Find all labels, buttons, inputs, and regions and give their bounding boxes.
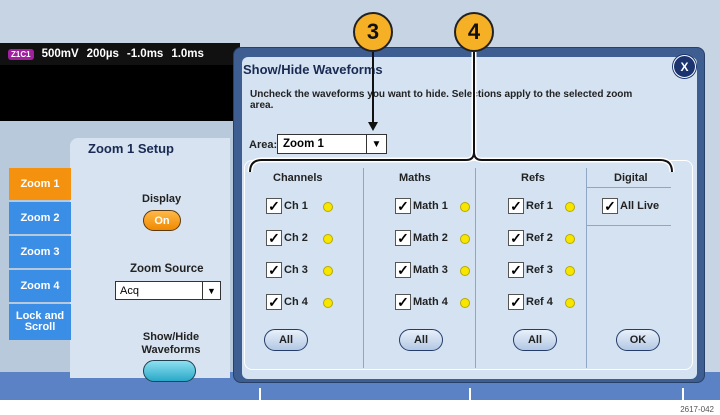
ch1-checkbox[interactable]: ✓ bbox=[266, 198, 282, 214]
time-per-div-readout: 200µs bbox=[86, 48, 119, 60]
digital-all-live-label: All Live bbox=[620, 200, 660, 212]
dialog-title: Show/Hide Waveforms bbox=[243, 62, 383, 77]
ref2-indicator-icon bbox=[565, 234, 575, 244]
figure-code: 2617-042 bbox=[680, 405, 714, 414]
math3-checkbox[interactable]: ✓ bbox=[395, 262, 411, 278]
ch3-label: Ch 3 bbox=[284, 264, 308, 276]
math4-checkbox[interactable]: ✓ bbox=[395, 294, 411, 310]
ref2-label: Ref 2 bbox=[526, 232, 553, 244]
zoom-channel-badge: Z1C1 bbox=[8, 48, 34, 60]
zoom-source-select[interactable]: Acq ▼ bbox=[115, 281, 221, 300]
zoom-source-label: Zoom Source bbox=[130, 263, 204, 275]
ref1-checkbox[interactable]: ✓ bbox=[508, 198, 524, 214]
ref3-label: Ref 3 bbox=[526, 264, 553, 276]
math3-indicator-icon bbox=[460, 266, 470, 276]
refs-all-button[interactable]: All bbox=[513, 329, 557, 351]
ref3-checkbox[interactable]: ✓ bbox=[508, 262, 524, 278]
ch4-indicator-icon bbox=[323, 298, 333, 308]
ch4-label: Ch 4 bbox=[284, 296, 308, 308]
close-button[interactable]: X bbox=[673, 55, 696, 78]
ch1-indicator-icon bbox=[323, 202, 333, 212]
ch3-indicator-icon bbox=[323, 266, 333, 276]
group-divider bbox=[475, 168, 476, 368]
tab-zoom-2[interactable]: Zoom 2 bbox=[9, 202, 71, 234]
maths-all-button[interactable]: All bbox=[399, 329, 443, 351]
ch3-checkbox[interactable]: ✓ bbox=[266, 262, 282, 278]
zoom-setup-title: Zoom 1 Setup bbox=[88, 141, 174, 156]
display-on-button[interactable]: On bbox=[143, 210, 181, 231]
area-value: Zoom 1 bbox=[283, 138, 324, 150]
math1-indicator-icon bbox=[460, 202, 470, 212]
group-divider bbox=[586, 168, 587, 368]
ch1-label: Ch 1 bbox=[284, 200, 308, 212]
math4-label: Math 4 bbox=[413, 296, 448, 308]
ch2-indicator-icon bbox=[323, 234, 333, 244]
volts-per-div-readout: 500mV bbox=[41, 48, 79, 60]
zoom-tab-list: Zoom 1 Zoom 2 Zoom 3 Zoom 4 Lock and Scr… bbox=[9, 168, 71, 342]
area-select[interactable]: Zoom 1 ▼ bbox=[277, 134, 387, 154]
tab-zoom-1[interactable]: Zoom 1 bbox=[9, 168, 71, 200]
math1-checkbox[interactable]: ✓ bbox=[395, 198, 411, 214]
channels-all-button[interactable]: All bbox=[264, 329, 308, 351]
dropdown-arrow-icon[interactable]: ▼ bbox=[366, 135, 386, 153]
ch2-label: Ch 2 bbox=[284, 232, 308, 244]
ref4-indicator-icon bbox=[565, 298, 575, 308]
digital-separator bbox=[587, 225, 671, 226]
channels-heading: Channels bbox=[273, 172, 323, 184]
bottom-divider bbox=[682, 388, 684, 400]
dropdown-arrow-icon[interactable]: ▼ bbox=[202, 282, 220, 299]
refs-heading: Refs bbox=[521, 172, 545, 184]
math2-indicator-icon bbox=[460, 234, 470, 244]
show-hide-label: Show/Hide Waveforms bbox=[141, 331, 201, 356]
area-label: Area: bbox=[249, 139, 278, 151]
bottom-divider bbox=[469, 388, 471, 400]
ref3-indicator-icon bbox=[565, 266, 575, 276]
waveform-graticule bbox=[0, 65, 240, 121]
tab-zoom-4[interactable]: Zoom 4 bbox=[9, 270, 71, 302]
show-hide-waveforms-button[interactable] bbox=[143, 360, 196, 382]
ref4-label: Ref 4 bbox=[526, 296, 553, 308]
group-divider bbox=[363, 168, 364, 368]
math2-label: Math 2 bbox=[413, 232, 448, 244]
math1-label: Math 1 bbox=[413, 200, 448, 212]
math2-checkbox[interactable]: ✓ bbox=[395, 230, 411, 246]
math4-indicator-icon bbox=[460, 298, 470, 308]
ref1-label: Ref 1 bbox=[526, 200, 553, 212]
tab-lock-and-scroll[interactable]: Lock and Scroll bbox=[9, 304, 71, 340]
callout-3: 3 bbox=[353, 12, 393, 52]
ch2-checkbox[interactable]: ✓ bbox=[266, 230, 282, 246]
ref4-checkbox[interactable]: ✓ bbox=[508, 294, 524, 310]
digital-heading: Digital bbox=[614, 172, 648, 184]
digital-ok-button[interactable]: OK bbox=[616, 329, 660, 351]
maths-heading: Maths bbox=[399, 172, 431, 184]
bottom-divider bbox=[259, 388, 261, 400]
ref1-indicator-icon bbox=[565, 202, 575, 212]
display-label: Display bbox=[142, 193, 182, 205]
digital-all-live-checkbox[interactable]: ✓ bbox=[602, 198, 618, 214]
math3-label: Math 3 bbox=[413, 264, 448, 276]
digital-heading-underline bbox=[587, 187, 671, 188]
callout-4: 4 bbox=[454, 12, 494, 52]
end-time-readout: 1.0ms bbox=[171, 48, 204, 60]
status-bar: Z1C1 500mV 200µs -1.0ms 1.0ms bbox=[0, 43, 240, 65]
tab-zoom-3[interactable]: Zoom 3 bbox=[9, 236, 71, 268]
zoom-source-value: Acq bbox=[120, 285, 139, 297]
ref2-checkbox[interactable]: ✓ bbox=[508, 230, 524, 246]
start-time-readout: -1.0ms bbox=[126, 48, 164, 60]
ch4-checkbox[interactable]: ✓ bbox=[266, 294, 282, 310]
dialog-instructions: Uncheck the waveforms you want to hide. … bbox=[250, 89, 633, 111]
